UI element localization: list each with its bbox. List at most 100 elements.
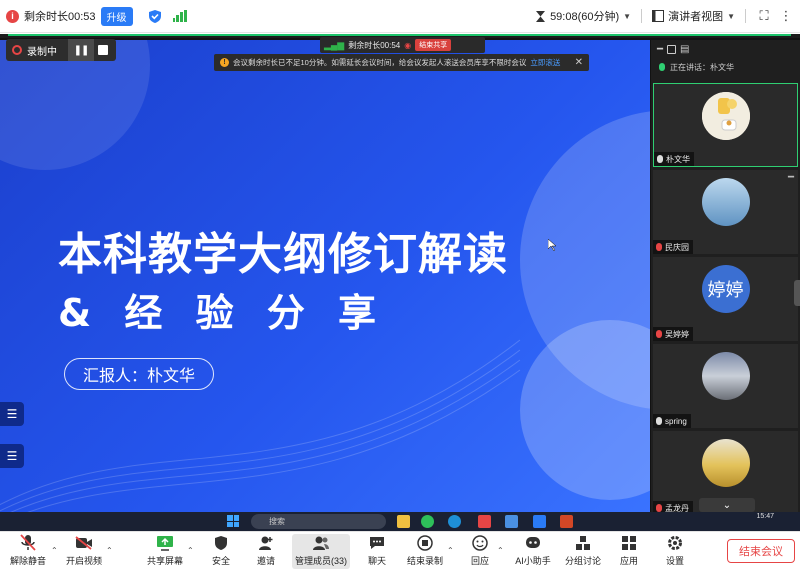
mic-muted-icon bbox=[656, 243, 662, 251]
panel-resize-handle[interactable] bbox=[794, 280, 800, 306]
ppt-app-icon bbox=[560, 515, 573, 528]
sidebar-toggle-icon[interactable]: ☰ bbox=[0, 444, 24, 468]
avatar bbox=[701, 439, 750, 487]
minimize-icon[interactable]: ━ bbox=[657, 44, 663, 55]
slide-subtitle: & 经 验 分 享 bbox=[58, 291, 387, 335]
chevron-down-icon[interactable]: ⌄ bbox=[699, 498, 755, 512]
record-icon: ◉ bbox=[404, 40, 412, 50]
taskbar-search: 搜索 bbox=[251, 514, 386, 529]
gear-icon bbox=[666, 534, 684, 552]
apps-button[interactable]: 应用 bbox=[614, 534, 644, 569]
start-video-button[interactable]: 开启视频 bbox=[63, 534, 105, 569]
chevron-up-icon[interactable]: ⌃ bbox=[187, 546, 194, 555]
recording-label: 录制中 bbox=[27, 46, 57, 58]
windows-start-icon bbox=[227, 515, 239, 527]
upgrade-button[interactable]: 升级 bbox=[100, 6, 133, 26]
speaking-label: 正在讲话：朴文华 bbox=[670, 62, 734, 72]
view-switcher[interactable]: 演讲者视图 ▼ bbox=[652, 8, 735, 24]
share-remaining-time: 剩余时长00:54 bbox=[348, 40, 401, 50]
chevron-up-icon[interactable]: ⌃ bbox=[51, 546, 58, 555]
meeting-timer[interactable]: 59:08(60分钟) ▼ bbox=[535, 8, 631, 24]
invite-button[interactable]: 邀请 bbox=[251, 534, 281, 569]
avatar bbox=[701, 178, 750, 226]
settings-button[interactable]: 设置 bbox=[660, 534, 690, 569]
chat-button[interactable]: 聊天 bbox=[362, 534, 392, 569]
minimize-icon[interactable]: ━ bbox=[788, 172, 794, 183]
divider bbox=[745, 9, 746, 23]
avatar bbox=[701, 92, 750, 140]
notice-link[interactable]: 立即滚送 bbox=[530, 57, 560, 68]
end-meeting-button[interactable]: 结束会议 bbox=[727, 539, 795, 563]
pause-recording-button[interactable]: ❚❚ bbox=[68, 39, 94, 61]
browser-app-icon bbox=[448, 515, 461, 528]
participant-tile[interactable]: 婷婷 吴婷婷 bbox=[653, 257, 798, 341]
stop-recording-button[interactable] bbox=[98, 45, 108, 55]
close-icon[interactable]: ✕ bbox=[575, 57, 583, 68]
chevron-down-icon: ▼ bbox=[623, 11, 632, 21]
chevron-up-icon[interactable]: ⌃ bbox=[447, 546, 454, 555]
notice-text: 会议剩余时长已不足10分钟。如需延长会议时间，给会议发起人滚送会员库享不限时会议 bbox=[233, 58, 527, 67]
participant-name: spring bbox=[653, 414, 691, 428]
divider bbox=[641, 9, 643, 23]
breakout-button[interactable]: 分组讨论 bbox=[562, 534, 604, 569]
panel-header: ━ ▤ bbox=[651, 40, 800, 58]
top-bar: i 剩余时长00:53 升级 59:08(60分钟) ▼ 演讲者视图 ▼ ⛶ ⋮ bbox=[0, 0, 800, 33]
participant-name: 民庆园 bbox=[653, 240, 693, 254]
share-indicator-line bbox=[8, 34, 791, 36]
sidebar-toggle-icon[interactable]: ☰ bbox=[0, 402, 24, 426]
stop-share-button[interactable]: 结束共享 bbox=[415, 39, 452, 51]
network-signal-icon[interactable] bbox=[172, 10, 187, 22]
info-icon[interactable]: i bbox=[6, 9, 19, 23]
meeting-app-icon bbox=[533, 515, 546, 528]
mic-icon bbox=[659, 63, 665, 71]
chevron-up-icon[interactable]: ⌃ bbox=[106, 546, 113, 555]
stop-recording-toolbar-button[interactable]: 结束录制 bbox=[404, 534, 446, 569]
participant-name: 朴文华 bbox=[654, 152, 694, 166]
mic-icon bbox=[657, 155, 663, 163]
security-button[interactable]: 安全 bbox=[206, 534, 236, 569]
shared-slide: 本科教学大纲修订解读 & 经 验 分 享 汇报人：朴文华 ☰ ☰ bbox=[0, 40, 650, 518]
fullscreen-icon[interactable]: ⛶ bbox=[756, 8, 772, 24]
breakout-icon bbox=[574, 534, 592, 552]
participant-tile[interactable]: 朴文华 bbox=[653, 83, 798, 167]
speaking-indicator: 正在讲话：朴文华 bbox=[651, 58, 800, 76]
window-icon[interactable] bbox=[667, 44, 677, 54]
mic-muted-icon bbox=[656, 330, 662, 338]
record-icon bbox=[12, 45, 22, 55]
mic-icon bbox=[656, 417, 662, 425]
ai-assistant-icon bbox=[524, 534, 542, 552]
participant-name: 吴婷婷 bbox=[653, 327, 693, 341]
wps-app-icon bbox=[478, 515, 491, 528]
emoji-icon bbox=[471, 534, 489, 552]
shield-icon[interactable] bbox=[148, 9, 162, 24]
grid-icon[interactable]: ▤ bbox=[680, 44, 689, 55]
mic-muted-icon bbox=[19, 534, 37, 552]
time-notice-banner: ! 会议剩余时长已不足10分钟。如需延长会议时间，给会议发起人滚送会员库享不限时… bbox=[214, 54, 589, 71]
apps-icon bbox=[620, 534, 638, 552]
share-control-bar: ▂▄▆ 剩余时长00:54 ◉ 结束共享 bbox=[320, 37, 485, 53]
reaction-button[interactable]: 回应 bbox=[465, 534, 495, 569]
shield-icon bbox=[212, 534, 230, 552]
avatar: 婷婷 bbox=[701, 265, 750, 313]
unmute-button[interactable]: 解除静音 bbox=[6, 534, 50, 569]
top-bar-right: 59:08(60分钟) ▼ 演讲者视图 ▼ ⛶ ⋮ bbox=[535, 8, 794, 24]
members-icon bbox=[312, 534, 330, 552]
signal-icon: ▂▄▆ bbox=[324, 39, 345, 50]
share-screen-button[interactable]: 共享屏幕 bbox=[144, 534, 186, 569]
ai-assistant-button[interactable]: AI小助手 bbox=[512, 534, 554, 569]
participant-tile[interactable]: spring bbox=[653, 344, 798, 428]
speaker-view-icon bbox=[652, 10, 665, 22]
warning-icon: ! bbox=[220, 58, 229, 67]
timer-text: 59:08(60分钟) bbox=[550, 11, 620, 23]
screen-share-icon bbox=[156, 534, 174, 552]
manage-members-button[interactable]: 管理成员(33) bbox=[292, 534, 350, 569]
chevron-up-icon[interactable]: ⌃ bbox=[497, 546, 504, 555]
taskbar-clock: 15:47 bbox=[756, 513, 774, 520]
top-bar-left: i 剩余时长00:53 升级 bbox=[6, 6, 187, 26]
more-icon[interactable]: ⋮ bbox=[778, 8, 794, 24]
participant-tile[interactable]: ━ 民庆园 bbox=[653, 170, 798, 254]
reporter-label: 汇报人：朴文华 bbox=[64, 358, 214, 390]
hourglass-icon bbox=[536, 10, 546, 22]
chat-icon bbox=[368, 534, 386, 552]
chat-app-icon bbox=[421, 515, 434, 528]
